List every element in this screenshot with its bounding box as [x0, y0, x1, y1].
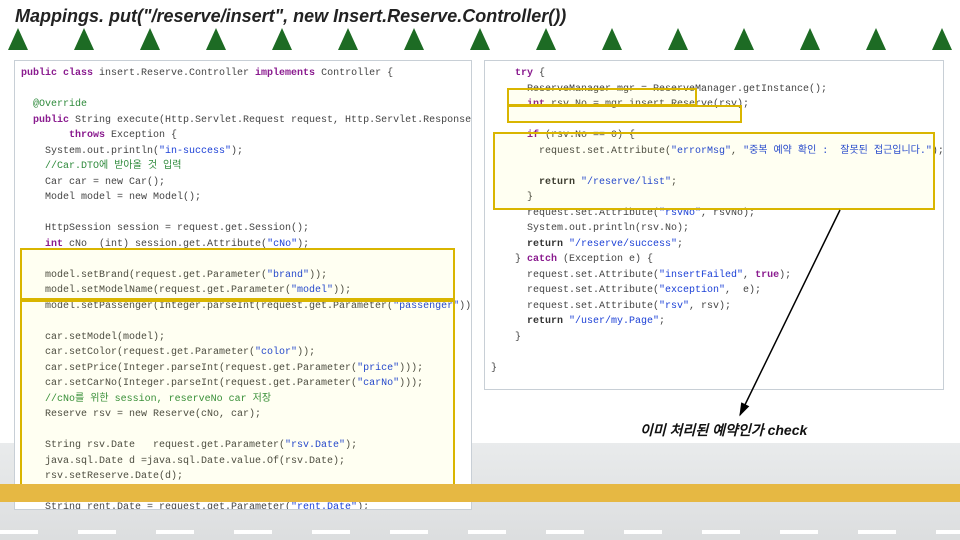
highlight-box	[20, 248, 455, 300]
decorative-band	[0, 484, 960, 502]
decorative-trees	[0, 28, 960, 62]
annotation-arrow	[720, 205, 860, 425]
slide-title: Mappings. put("/reserve/insert", new Ins…	[15, 6, 566, 27]
decorative-road	[0, 530, 960, 534]
highlight-box	[493, 132, 935, 210]
highlight-box	[507, 105, 742, 123]
highlight-box	[20, 300, 455, 500]
highlight-box	[507, 88, 697, 106]
